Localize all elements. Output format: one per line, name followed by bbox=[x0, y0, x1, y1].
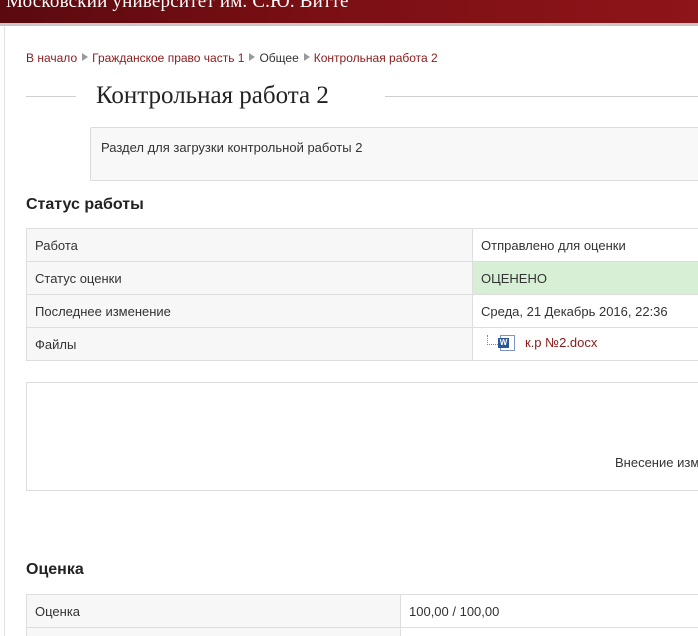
assignment-intro-text: Раздел для загрузки контрольной работы 2 bbox=[101, 140, 363, 155]
table-row: Работа Отправлено для оценки bbox=[26, 228, 698, 262]
submission-status-title: Статус работы bbox=[26, 196, 144, 213]
grade-section-title: Оценка bbox=[26, 561, 84, 578]
table-row: Файлы к.р №2.docx bbox=[26, 327, 698, 361]
grading-status-value: ОЦЕНЕНО bbox=[472, 261, 698, 295]
breadcrumb-section: Общее bbox=[259, 51, 299, 65]
assignment-intro-box: Раздел для загрузки контрольной работы 2 bbox=[90, 127, 698, 181]
breadcrumb-arrow-icon bbox=[82, 53, 89, 61]
grade-row-value bbox=[400, 627, 698, 636]
status-value: Отправлено для оценки bbox=[472, 228, 698, 262]
table-row bbox=[26, 627, 698, 636]
grade-value: 100,00 / 100,00 bbox=[400, 594, 698, 628]
file-name: к.р №2.docx bbox=[525, 335, 598, 350]
breadcrumb: В начало Гражданское право часть 1 Общее Ко… bbox=[26, 50, 438, 66]
site-title[interactable]: Московский университет им. С.Ю. Витте bbox=[6, 0, 349, 13]
grade-table: Оценка 100,00 / 100,00 bbox=[26, 594, 698, 636]
grading-status-label: Статус оценки bbox=[26, 261, 473, 295]
last-modified-value: Среда, 21 Декабрь 2016, 22:36 bbox=[472, 294, 698, 328]
breadcrumb-home-link[interactable]: В начало bbox=[26, 51, 77, 65]
breadcrumb-course-link[interactable]: Гражданское право часть 1 bbox=[92, 51, 244, 65]
submission-status-table: Работа Отправлено для оценки Статус оцен… bbox=[26, 228, 698, 361]
table-row: Оценка 100,00 / 100,00 bbox=[26, 594, 698, 628]
assignment-page: Московский университет им. С.Ю. Витте В … bbox=[0, 0, 698, 636]
page-title: Контрольная работа 2 bbox=[96, 82, 329, 109]
grade-row-label bbox=[26, 627, 401, 636]
word-doc-icon bbox=[498, 334, 515, 351]
files-label: Файлы bbox=[26, 327, 473, 361]
site-header: Московский университет им. С.Ю. Витте bbox=[0, 0, 698, 26]
heading-divider-right bbox=[385, 96, 698, 97]
table-row: Статус оценки ОЦЕНЕНО bbox=[26, 261, 698, 295]
edit-submission-text: Внесение изменений bbox=[615, 455, 698, 470]
grade-label: Оценка bbox=[26, 594, 401, 628]
table-row: Последнее изменение Среда, 21 Декабрь 20… bbox=[26, 294, 698, 328]
files-value: к.р №2.docx bbox=[472, 327, 698, 361]
breadcrumb-arrow-icon bbox=[249, 53, 256, 61]
edit-submission-panel: Внесение изменений bbox=[26, 382, 698, 491]
last-modified-label: Последнее изменение bbox=[26, 294, 473, 328]
file-link[interactable]: к.р №2.docx bbox=[498, 334, 598, 351]
breadcrumb-assignment-link[interactable]: Контрольная работа 2 bbox=[314, 51, 438, 65]
breadcrumb-arrow-icon bbox=[303, 53, 310, 61]
heading-divider-left bbox=[26, 96, 76, 97]
status-label: Работа bbox=[26, 228, 473, 262]
page-left-border bbox=[4, 26, 5, 636]
tree-connector-icon bbox=[487, 334, 498, 345]
